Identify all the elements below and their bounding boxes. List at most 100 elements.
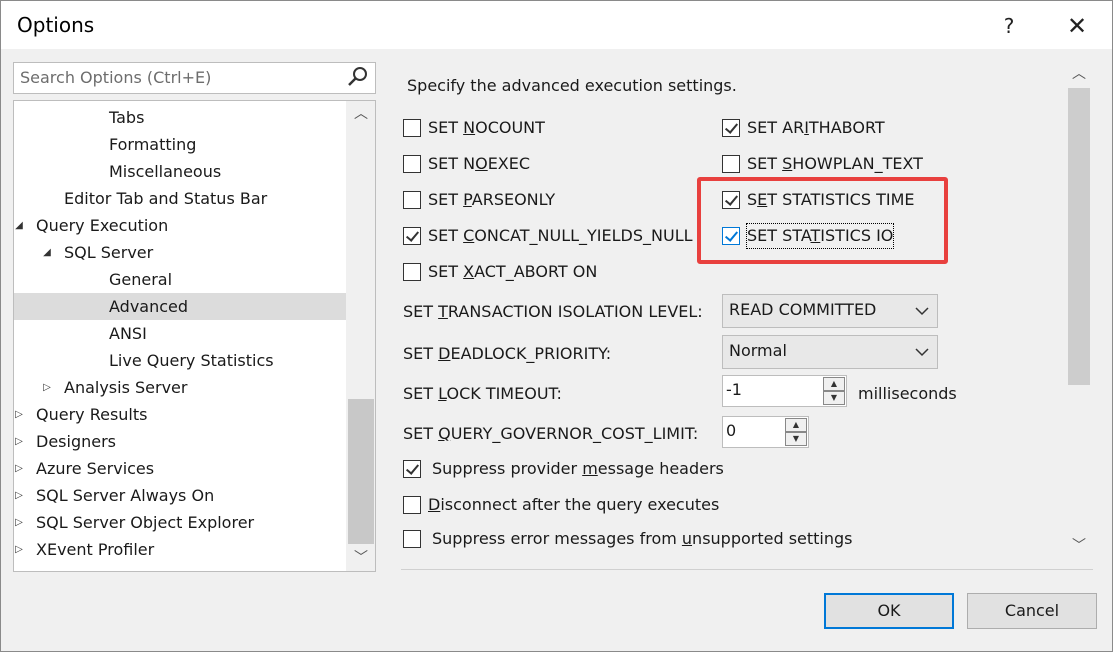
checkbox-unchecked-icon[interactable]	[403, 191, 421, 209]
tree-item[interactable]: ▷ Analysis Server	[14, 374, 346, 401]
label-text: ACT_ABORT ON	[474, 262, 598, 281]
deadlock-priority-select[interactable]: Normal	[722, 335, 938, 369]
tree-item[interactable]: Formatting	[14, 131, 346, 158]
chevron-down-icon[interactable]: ﹀	[346, 545, 375, 571]
collapsed-arrow-icon[interactable]: ▷	[14, 401, 26, 428]
checkbox-label: SET ARITHABORT	[747, 116, 885, 140]
access-key: O	[475, 154, 488, 173]
search-icon[interactable]	[345, 64, 371, 90]
lock-timeout-value: -1	[726, 380, 742, 399]
help-button[interactable]: ?	[986, 9, 1032, 43]
tree-item[interactable]: ▷ SQL Server Object Explorer	[14, 509, 346, 536]
tree-item[interactable]: ▷ Designers	[14, 428, 346, 455]
collapsed-arrow-icon[interactable]: ▷	[14, 536, 26, 563]
label-text: SET	[403, 344, 439, 363]
label-text: essage headers	[597, 459, 724, 478]
tree-item[interactable]: ▷ Azure Services	[14, 455, 346, 482]
options-dialog: Options ? ✕ Search Options (Ctrl+E) ︿ ﹀ …	[0, 0, 1113, 652]
search-placeholder: Search Options (Ctrl+E)	[20, 68, 212, 87]
checkbox-unchecked-icon[interactable]	[722, 155, 740, 173]
checkbox-label: SET SHOWPLAN_TEXT	[747, 152, 923, 176]
tree-item-label: SQL Server	[64, 243, 154, 262]
checkbox-checked-icon[interactable]	[722, 119, 740, 137]
cancel-button[interactable]: Cancel	[967, 593, 1097, 629]
tree-item-label: SQL Server Always On	[36, 486, 215, 505]
label-text: RANSACTION ISOLATION LEVEL:	[447, 302, 703, 321]
spin-up-icon[interactable]: ▲	[785, 418, 807, 432]
checkbox-label: SET PARSEONLY	[428, 188, 555, 212]
spin-up-icon[interactable]: ▲	[823, 377, 845, 391]
lock-timeout-input[interactable]: -1 ▲ ▼	[722, 375, 847, 407]
settings-scrollbar[interactable]: ︿ ﹀	[1066, 59, 1092, 564]
tree-item[interactable]: ◢ SQL Server	[14, 239, 346, 266]
checkbox-checked-icon[interactable]	[403, 460, 421, 478]
checkbox-checked-icon[interactable]	[403, 227, 421, 245]
chevron-up-icon[interactable]: ︿	[1066, 61, 1092, 87]
label-text: EADLOCK_PRIORITY:	[450, 344, 612, 363]
chevron-down-icon	[915, 307, 929, 316]
query-governor-input[interactable]: 0 ▲ ▼	[722, 416, 809, 448]
collapsed-arrow-icon[interactable]: ▷	[14, 509, 26, 536]
label-text: UERY_GOVERNOR_COST_LIMIT:	[450, 424, 699, 443]
settings-heading: Specify the advanced execution settings.	[407, 76, 737, 95]
label-text: isconnect after the query executes	[440, 495, 720, 514]
label-text: EXEC	[487, 154, 531, 173]
search-options-input[interactable]: Search Options (Ctrl+E)	[13, 62, 376, 94]
access-key: N	[463, 118, 476, 137]
collapsed-arrow-icon[interactable]: ▷	[40, 374, 54, 401]
settings-panel: Specify the advanced execution settings.…	[401, 59, 1092, 569]
access-key: D	[428, 495, 441, 514]
tree-scroll-thumb[interactable]	[348, 399, 374, 544]
label-text: ONCAT_NULL_YIELDS_NULL	[474, 226, 693, 245]
checkbox-label: Suppress provider message headers	[432, 457, 724, 481]
tree-item-label: Tabs	[109, 108, 145, 127]
tree-item[interactable]: ◢ Query Execution	[14, 212, 346, 239]
tree-item-label: Miscellaneous	[109, 162, 222, 181]
tree-item-label: Query Execution	[36, 216, 169, 235]
checkbox-unchecked-icon[interactable]	[403, 119, 421, 137]
tree-item[interactable]: ▷ Query Results	[14, 401, 346, 428]
tree-item[interactable]: ▷ XEvent Profiler	[14, 536, 346, 563]
label-text: SET N	[428, 154, 476, 173]
ok-button[interactable]: OK	[824, 593, 954, 629]
collapsed-arrow-icon[interactable]: ▷	[14, 428, 26, 455]
expanded-arrow-icon[interactable]: ◢	[14, 212, 26, 239]
tree-item[interactable]: ▷ SQL Server Always On	[14, 482, 346, 509]
checkbox-label: SET NOCOUNT	[428, 116, 545, 140]
collapsed-arrow-icon[interactable]: ▷	[14, 455, 26, 482]
tree-item[interactable]: Editor Tab and Status Bar	[14, 185, 346, 212]
close-button[interactable]: ✕	[1054, 9, 1100, 43]
label-text: SET	[428, 226, 464, 245]
spin-down-icon[interactable]: ▼	[823, 391, 845, 405]
tree-scrollbar[interactable]: ︿ ﹀	[346, 101, 375, 571]
tree-item-label: Live Query Statistics	[109, 351, 274, 370]
checkbox-unchecked-icon[interactable]	[403, 155, 421, 173]
checkbox-unchecked-icon[interactable]	[403, 530, 421, 548]
tree-item-label: Editor Tab and Status Bar	[64, 189, 268, 208]
tree-item[interactable]: Miscellaneous	[14, 158, 346, 185]
expanded-arrow-icon[interactable]: ◢	[40, 239, 54, 266]
tree-item[interactable]: General	[14, 266, 346, 293]
options-tree[interactable]: ︿ ﹀ Tabs Formatting Miscellaneous Editor Ta…	[13, 100, 376, 572]
checkbox-unchecked-icon[interactable]	[403, 263, 421, 281]
access-key: T	[438, 302, 448, 321]
access-key: S	[782, 154, 793, 173]
chevron-down-icon[interactable]: ﹀	[1066, 533, 1092, 559]
checkbox-unchecked-icon[interactable]	[403, 496, 421, 514]
tree-item[interactable]: Live Query Statistics	[14, 347, 346, 374]
tree-item[interactable]: Tabs	[14, 104, 346, 131]
checkbox-label: SET CONCAT_NULL_YIELDS_NULL	[428, 224, 693, 248]
chevron-down-icon	[915, 348, 929, 357]
spin-down-icon[interactable]: ▼	[785, 432, 807, 446]
chevron-up-icon[interactable]: ︿	[346, 101, 375, 127]
tree-item[interactable]: ANSI	[14, 320, 346, 347]
isolation-level-select[interactable]: READ COMMITTED	[722, 294, 938, 328]
label-text: HOWPLAN_TEXT	[792, 154, 923, 173]
tree-item[interactable]: Advanced	[14, 293, 346, 320]
settings-scroll-thumb[interactable]	[1068, 88, 1090, 385]
tree-item-label: ANSI	[109, 324, 147, 343]
label-text: THABORT	[808, 118, 885, 137]
collapsed-arrow-icon[interactable]: ▷	[14, 482, 26, 509]
checkbox-label: SET NOEXEC	[428, 152, 530, 176]
label-text: SET	[403, 424, 439, 443]
